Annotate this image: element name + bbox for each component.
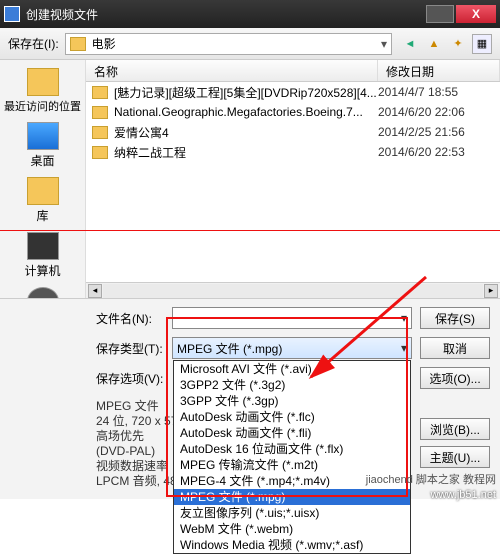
sidebar-item-recent[interactable]: 最近访问的位置	[0, 66, 85, 116]
filetype-option[interactable]: 友立图像序列 (*.uis;*.uisx)	[174, 505, 410, 521]
filetype-option[interactable]: WebM 文件 (*.webm)	[174, 521, 410, 537]
file-name: 爱情公寓4	[114, 124, 378, 141]
close-button[interactable]: X	[456, 5, 496, 23]
sidebar-item-computer[interactable]: 计算机	[0, 230, 85, 281]
folder-icon	[92, 86, 108, 99]
recent-icon	[27, 68, 59, 96]
scroll-left-icon[interactable]: ◂	[88, 284, 102, 298]
filetype-option[interactable]: AutoDesk 动画文件 (*.flc)	[174, 409, 410, 425]
sidebar-item-desktop[interactable]: 桌面	[0, 120, 85, 171]
desktop-icon	[27, 122, 59, 150]
chevron-down-icon: ▾	[401, 311, 407, 325]
chevron-down-icon: ▾	[401, 341, 407, 355]
back-icon[interactable]: ◄	[400, 34, 420, 54]
filetype-value: MPEG 文件 (*.mpg)	[177, 340, 282, 357]
file-list[interactable]: [魅力记录][超级工程][5集全][DVDRip720x528][4...201…	[86, 82, 500, 282]
theme-button[interactable]: 主题(U)...	[420, 446, 490, 468]
file-name: [魅力记录][超级工程][5集全][DVDRip720x528][4...	[114, 84, 378, 101]
watermark-text: jiaochend 脚本之家 教程网	[366, 471, 496, 487]
views-icon[interactable]: ▦	[472, 34, 492, 54]
folder-icon	[70, 37, 86, 51]
app-icon	[4, 6, 20, 22]
file-row[interactable]: 纳粹二战工程2014/6/20 22:53	[86, 142, 500, 162]
maximize-button[interactable]	[426, 5, 454, 23]
file-date: 2014/4/7 18:55	[378, 85, 494, 99]
folder-icon	[92, 106, 108, 119]
folder-icon	[92, 146, 108, 159]
filename-input[interactable]: ▾	[172, 307, 412, 329]
cancel-button[interactable]: 取消	[420, 337, 490, 359]
watermark-url: www.jb51.net	[431, 489, 496, 501]
filetype-dropdown[interactable]: Microsoft AVI 文件 (*.avi)3GPP2 文件 (*.3g2)…	[173, 360, 411, 554]
folder-icon	[92, 126, 108, 139]
h-scrollbar[interactable]: ◂ ▸	[86, 282, 500, 298]
toolbar: 保存在(I): 电影 ▾ ◄ ▲ ✦ ▦	[0, 28, 500, 60]
filetype-option[interactable]: Windows Media 视频 (*.wmv;*.asf)	[174, 537, 410, 553]
column-headers[interactable]: 名称 修改日期	[86, 60, 500, 82]
browse-button[interactable]: 浏览(B)...	[420, 418, 490, 440]
chevron-down-icon: ▾	[381, 37, 387, 51]
computer-icon	[27, 232, 59, 260]
bottom-panel: 文件名(N): ▾ 保存(S) 保存类型(T): MPEG 文件 (*.mpg)…	[0, 298, 500, 499]
filetype-option[interactable]: MPEG 文件 (*.mpg)	[174, 489, 410, 505]
titlebar: 创建视频文件 X	[0, 0, 500, 28]
filetype-option[interactable]: Microsoft AVI 文件 (*.avi)	[174, 361, 410, 377]
file-date: 2014/6/20 22:06	[378, 105, 494, 119]
places-sidebar: 最近访问的位置 桌面 库 计算机 网络	[0, 60, 86, 298]
save-button[interactable]: 保存(S)	[420, 307, 490, 329]
savein-label: 保存在(I):	[8, 35, 59, 52]
savein-combo[interactable]: 电影 ▾	[65, 33, 392, 55]
filetype-option[interactable]: 3GPP 文件 (*.3gp)	[174, 393, 410, 409]
file-date: 2014/2/25 21:56	[378, 125, 494, 139]
file-name: 纳粹二战工程	[114, 144, 378, 161]
up-icon[interactable]: ▲	[424, 34, 444, 54]
savein-value: 电影	[92, 35, 116, 52]
window-title: 创建视频文件	[26, 6, 98, 23]
file-pane: 名称 修改日期 [魅力记录][超级工程][5集全][DVDRip720x528]…	[86, 60, 500, 298]
filename-label: 文件名(N):	[96, 310, 164, 327]
newfolder-icon[interactable]: ✦	[448, 34, 468, 54]
filetype-option[interactable]: AutoDesk 动画文件 (*.fli)	[174, 425, 410, 441]
scroll-track[interactable]	[103, 284, 483, 298]
annotation-line	[0, 230, 500, 231]
filetype-option[interactable]: AutoDesk 16 位动画文件 (*.flx)	[174, 441, 410, 457]
file-row[interactable]: 爱情公寓42014/2/25 21:56	[86, 122, 500, 142]
scroll-right-icon[interactable]: ▸	[484, 284, 498, 298]
filetype-combo[interactable]: MPEG 文件 (*.mpg) ▾ Microsoft AVI 文件 (*.av…	[172, 337, 412, 359]
file-row[interactable]: National.Geographic.Megafactories.Boeing…	[86, 102, 500, 122]
libraries-icon	[27, 177, 59, 205]
options-button[interactable]: 选项(O)...	[420, 367, 490, 389]
filetype-label: 保存类型(T):	[96, 340, 164, 357]
file-row[interactable]: [魅力记录][超级工程][5集全][DVDRip720x528][4...201…	[86, 82, 500, 102]
file-name: National.Geographic.Megafactories.Boeing…	[114, 105, 378, 119]
col-name[interactable]: 名称	[86, 60, 378, 81]
saveopts-label: 保存选项(V):	[96, 370, 164, 387]
sidebar-item-libraries[interactable]: 库	[0, 175, 85, 226]
file-date: 2014/6/20 22:53	[378, 145, 494, 159]
col-date[interactable]: 修改日期	[378, 60, 500, 81]
filetype-option[interactable]: 3GPP2 文件 (*.3g2)	[174, 377, 410, 393]
